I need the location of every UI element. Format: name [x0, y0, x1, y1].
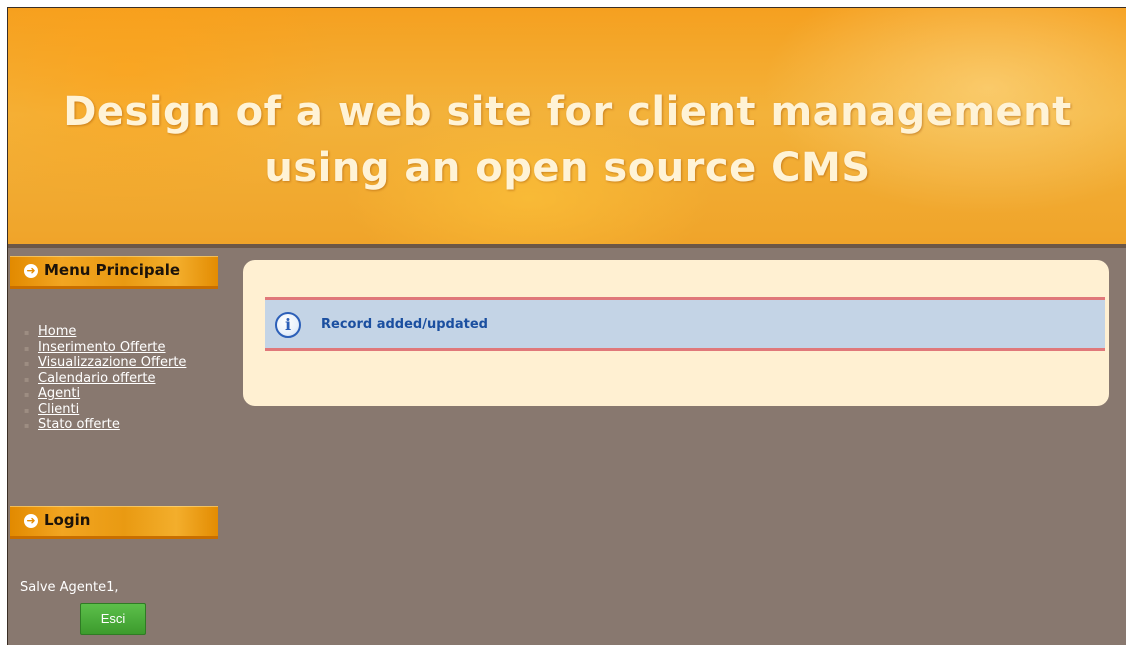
menu-link-inserimento-offerte[interactable]: Inserimento Offerte [38, 340, 166, 355]
menu-item-agenti: ▪ Agenti [18, 386, 218, 402]
bullet-icon: ▪ [24, 328, 30, 337]
bullet-icon: ▪ [24, 374, 30, 384]
header-banner: Design of a web site for client manageme… [8, 8, 1126, 248]
menu-item-visualizzazione-offerte: ▪ Visualizzazione Offerte [18, 355, 188, 371]
main-menu-header: ➜ Menu Principale [10, 256, 218, 289]
site-title-line-1: Design of a web site for client manageme… [63, 89, 1072, 135]
page: Design of a web site for client manageme… [7, 7, 1126, 645]
info-icon: i [275, 312, 301, 338]
system-message: i Record added/updated [265, 297, 1105, 351]
menu-link-calendario-offerte[interactable]: Calendario offerte [38, 371, 156, 386]
logout-button[interactable]: Esci [80, 603, 146, 635]
menu-link-home[interactable]: Home [38, 324, 76, 339]
bullet-icon: ▪ [24, 390, 30, 399]
message-text: Record added/updated [321, 317, 488, 332]
site-title-line-2: using an open source CMS [264, 145, 871, 191]
content-panel: i Record added/updated [243, 260, 1109, 406]
main-menu-title: Menu Principale [44, 261, 181, 279]
menu-item-stato-offerte: ▪ Stato offerte [18, 417, 218, 433]
greeting-text: Salve Agente1, [20, 580, 119, 595]
bullet-icon: ▪ [24, 343, 30, 353]
login-header: ➜ Login [10, 506, 218, 539]
login-title: Login [44, 511, 91, 529]
site-title: Design of a web site for client manageme… [8, 84, 1126, 196]
menu-item-clienti: ▪ Clienti [18, 402, 218, 418]
menu-link-agenti[interactable]: Agenti [38, 386, 80, 401]
main-menu-list: ▪ Home ▪ Inserimento Offerte ▪ Visualizz… [18, 324, 218, 433]
bullet-icon: ▪ [24, 421, 30, 430]
bullet-icon: ▪ [24, 359, 30, 368]
menu-item-home: ▪ Home [18, 324, 218, 340]
arrow-right-icon: ➜ [24, 264, 38, 278]
menu-link-visualizzazione-offerte[interactable]: Visualizzazione Offerte [38, 355, 186, 370]
bullet-icon: ▪ [24, 405, 30, 415]
menu-item-inserimento-offerte: ▪ Inserimento Offerte [18, 340, 218, 356]
menu-item-calendario-offerte: ▪ Calendario offerte [18, 371, 218, 387]
arrow-right-icon: ➜ [24, 514, 38, 528]
menu-link-stato-offerte[interactable]: Stato offerte [38, 417, 120, 432]
menu-link-clienti[interactable]: Clienti [38, 402, 79, 417]
